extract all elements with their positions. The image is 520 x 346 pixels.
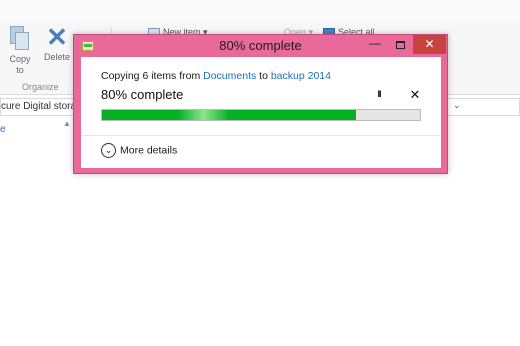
- pause-icon: II: [377, 89, 381, 99]
- source-folder-link[interactable]: Documents: [203, 70, 256, 82]
- progress-bar: [101, 109, 421, 121]
- organize-group-label: Organize: [22, 82, 59, 92]
- maximize-icon: [396, 41, 405, 49]
- copy-description: Copying 6 items from Documents to backup…: [101, 70, 331, 82]
- divider: [81, 135, 441, 136]
- more-details-label: More details: [120, 144, 178, 157]
- maximize-button[interactable]: [388, 35, 412, 55]
- search-box[interactable]: ⌄: [446, 98, 520, 116]
- destination-folder-link[interactable]: backup 2014: [271, 70, 331, 82]
- copy-icon: [10, 26, 30, 52]
- dialog-content: Copying 6 items from Documents to backup…: [81, 57, 441, 168]
- to-word: to: [256, 70, 271, 82]
- chevron-down-icon[interactable]: ⌄: [453, 100, 461, 111]
- minimize-icon: —: [369, 36, 381, 50]
- cancel-button[interactable]: ✕: [408, 87, 422, 102]
- progress-status: 80% complete: [101, 87, 184, 102]
- progress-fill: [102, 110, 357, 120]
- pause-button[interactable]: II: [372, 89, 386, 103]
- address-path: cure Digital storag: [1, 101, 82, 112]
- delete-button[interactable]: ✕ Delete: [40, 24, 74, 62]
- delete-icon: ✕: [46, 22, 68, 52]
- close-icon: ✕: [424, 37, 435, 51]
- more-details-button[interactable]: ⌄ More details: [101, 143, 177, 161]
- chevron-down-icon: ⌄: [101, 143, 116, 158]
- copy-prefix: Copying 6 items from: [101, 70, 204, 82]
- sort-up-icon: ▲: [63, 119, 71, 128]
- delete-label: Delete: [43, 52, 70, 62]
- ribbon-tab-strip: [0, 0, 520, 22]
- copy-progress-dialog: 80% complete — ✕ Copying 6 items from Do…: [73, 34, 448, 174]
- close-button[interactable]: ✕: [413, 35, 446, 54]
- cancel-icon: ✕: [409, 87, 421, 102]
- copy-to-label: Copy to: [9, 54, 31, 75]
- minimize-button[interactable]: —: [363, 35, 387, 55]
- dialog-titlebar[interactable]: 80% complete — ✕: [74, 35, 447, 57]
- copy-to-button[interactable]: Copy to: [6, 26, 34, 76]
- name-column-header[interactable]: e: [0, 124, 6, 135]
